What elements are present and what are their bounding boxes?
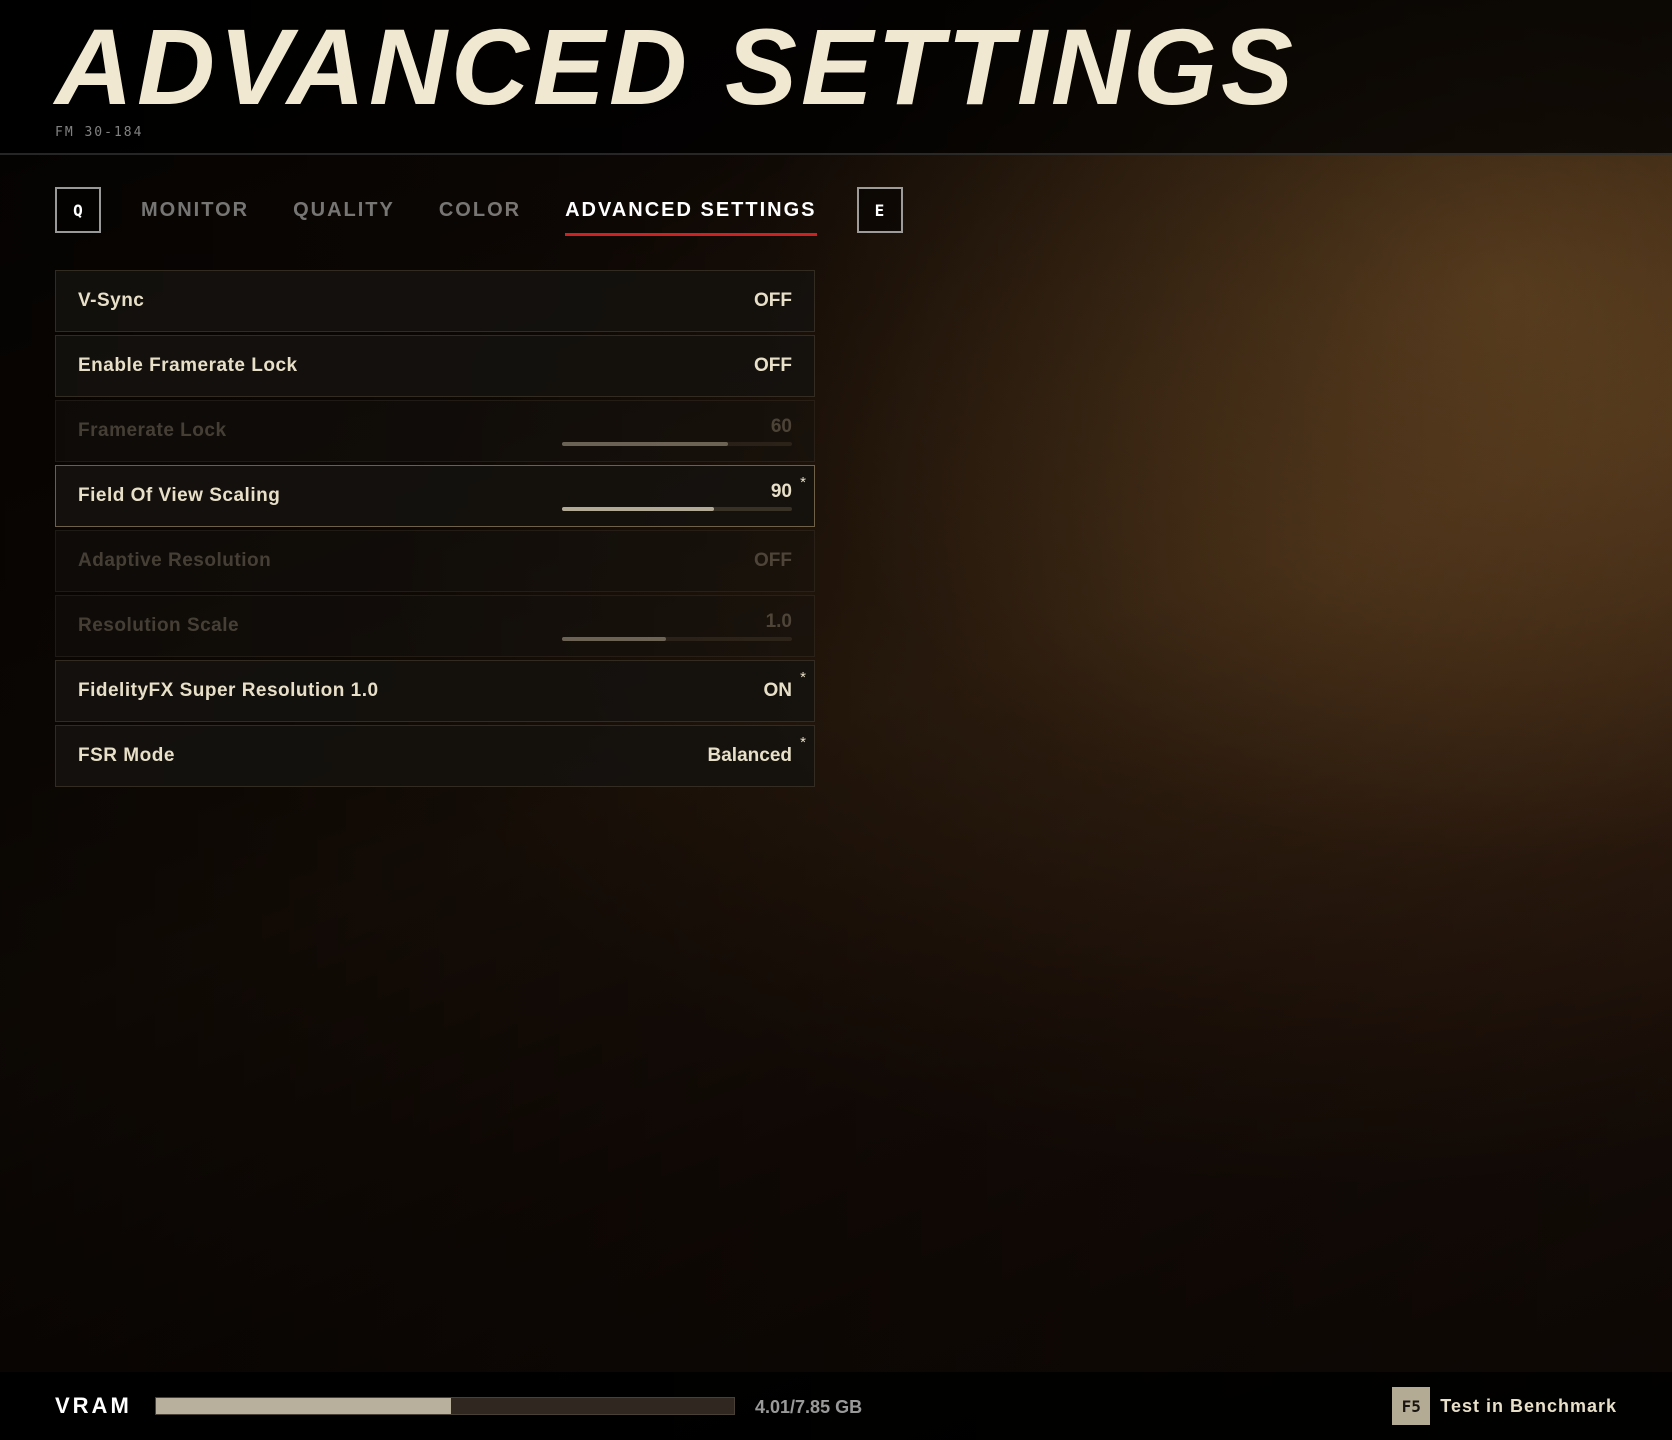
setting-framerate-lock: Framerate Lock 60 (55, 400, 815, 462)
setting-resolution-scale-value: 1.0 (766, 611, 792, 633)
nav-icon-e[interactable]: E (857, 187, 903, 233)
setting-framerate-lock-enable-label: Enable Framerate Lock (78, 355, 298, 377)
header-bar: ADVANCED SETTINGS FM 30-184 (0, 0, 1672, 155)
vram-value: 4.01/7.85 GB (755, 1393, 862, 1419)
setting-fsr-label: FidelityFX Super Resolution 1.0 (78, 680, 379, 702)
tab-monitor[interactable]: MONITOR (119, 189, 271, 232)
nav-tabs: Q MONITOR QUALITY COLOR ADVANCED SETTING… (55, 165, 1617, 251)
nav-icon-q[interactable]: Q (55, 187, 101, 233)
setting-framerate-lock-right: 60 (562, 416, 792, 446)
setting-adaptive-resolution-label: Adaptive Resolution (78, 550, 271, 572)
setting-adaptive-resolution-value: OFF (754, 550, 792, 572)
vram-separator: /7.85 GB (790, 1397, 862, 1417)
setting-fsr-asterisk: * (800, 669, 806, 686)
benchmark-button[interactable]: F5 Test in Benchmark (1392, 1387, 1617, 1425)
setting-framerate-lock-enable[interactable]: Enable Framerate Lock OFF (55, 335, 815, 397)
setting-framerate-lock-enable-right: OFF (592, 355, 792, 377)
setting-fsr-mode-right: Balanced (592, 745, 792, 767)
tab-quality[interactable]: QUALITY (271, 189, 417, 232)
setting-adaptive-resolution: Adaptive Resolution OFF (55, 530, 815, 592)
setting-fsr-value: ON (764, 680, 793, 702)
setting-fsr-mode[interactable]: * FSR Mode Balanced (55, 725, 815, 787)
vram-label: VRAM (55, 1393, 135, 1419)
setting-fov-asterisk: * (800, 474, 806, 491)
setting-fov-slider[interactable] (562, 507, 792, 511)
setting-framerate-lock-enable-value: OFF (754, 355, 792, 377)
setting-fsr-right: ON (592, 680, 792, 702)
setting-fov-right: 90 (562, 481, 792, 511)
setting-framerate-lock-slider-fill (562, 442, 728, 446)
vram-bar-container: VRAM 4.01/7.85 GB F5 Test in Benchmark (0, 1372, 1672, 1440)
page-title: ADVANCED SETTINGS (55, 13, 1617, 121)
setting-fsr-mode-asterisk: * (800, 734, 806, 751)
setting-adaptive-resolution-right: OFF (592, 550, 792, 572)
setting-vsync[interactable]: V-Sync OFF (55, 270, 815, 332)
settings-panel: V-Sync OFF Enable Framerate Lock OFF Fra… (55, 270, 815, 790)
setting-framerate-lock-slider (562, 442, 792, 446)
setting-vsync-label: V-Sync (78, 290, 144, 312)
setting-framerate-lock-value: 60 (771, 416, 792, 438)
setting-resolution-scale-slider-fill (562, 637, 666, 641)
vram-progress-fill (156, 1398, 451, 1414)
setting-vsync-right: OFF (592, 290, 792, 312)
setting-vsync-value: OFF (754, 290, 792, 312)
setting-fov[interactable]: * Field Of View Scaling 90 (55, 465, 815, 527)
benchmark-label: Test in Benchmark (1440, 1396, 1617, 1417)
setting-framerate-lock-label: Framerate Lock (78, 420, 227, 442)
setting-resolution-scale-label: Resolution Scale (78, 615, 239, 637)
vram-used: 4.01 (755, 1397, 790, 1417)
setting-fov-value: 90 (771, 481, 792, 503)
setting-resolution-scale-slider (562, 637, 792, 641)
tab-color[interactable]: COLOR (417, 189, 543, 232)
subtitle: FM 30-184 (55, 125, 1617, 140)
f5-key: F5 (1392, 1387, 1430, 1425)
setting-fov-slider-fill (562, 507, 714, 511)
setting-resolution-scale-right: 1.0 (562, 611, 792, 641)
tab-advanced-settings[interactable]: ADVANCED SETTINGS (543, 189, 838, 232)
setting-fsr-mode-label: FSR Mode (78, 745, 175, 767)
setting-resolution-scale: Resolution Scale 1.0 (55, 595, 815, 657)
setting-fsr[interactable]: * FidelityFX Super Resolution 1.0 ON (55, 660, 815, 722)
vram-progress-track (155, 1397, 735, 1415)
setting-fsr-mode-value: Balanced (708, 745, 792, 767)
setting-fov-label: Field Of View Scaling (78, 485, 280, 507)
